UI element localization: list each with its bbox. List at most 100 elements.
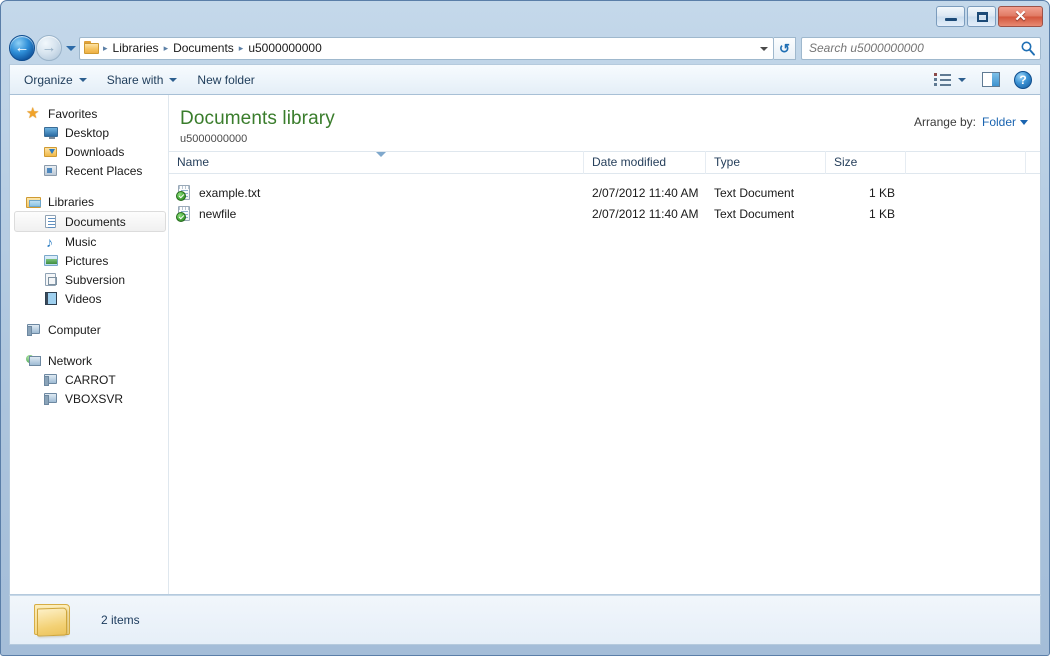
- search-box[interactable]: [801, 37, 1041, 60]
- organize-button[interactable]: Organize: [14, 67, 97, 93]
- chevron-down-icon: [169, 78, 177, 82]
- new-folder-button[interactable]: New folder: [187, 67, 264, 93]
- sidebar-label-desktop: Desktop: [65, 126, 109, 140]
- sidebar-item-downloads[interactable]: Downloads: [10, 142, 168, 161]
- sidebar-item-recent-places[interactable]: Recent Places: [10, 161, 168, 180]
- column-header-date-modified[interactable]: Date modified: [584, 151, 706, 174]
- forward-button[interactable]: →: [36, 35, 62, 61]
- share-with-label: Share with: [107, 73, 164, 87]
- file-type-cell: Text Document: [706, 207, 826, 221]
- sidebar-label-network: Network: [48, 354, 92, 368]
- refresh-button[interactable]: ↺: [774, 37, 796, 60]
- chevron-down-icon[interactable]: [1020, 120, 1028, 125]
- file-size-cell: 1 KB: [826, 186, 906, 200]
- column-headers: Name Date modified Type Size: [169, 151, 1040, 174]
- address-folder-icon: [84, 41, 100, 55]
- nav-group-libraries: Libraries Documents ♪ Music Pictures Sub…: [10, 192, 168, 308]
- sidebar-item-libraries[interactable]: Libraries: [10, 192, 168, 211]
- details-pane: 2 items: [9, 595, 1041, 645]
- sidebar-item-subversion[interactable]: Subversion: [10, 270, 168, 289]
- sidebar-label-vboxsvr: VBOXSVR: [65, 392, 123, 406]
- new-folder-label: New folder: [197, 73, 254, 87]
- window-controls: ✕: [936, 6, 1043, 27]
- network-icon: [26, 353, 42, 369]
- videos-icon: [43, 291, 59, 307]
- file-list-pane[interactable]: Documents library u5000000000 Arrange by…: [169, 95, 1040, 594]
- item-count-label: 2 items: [101, 613, 140, 627]
- sidebar-item-pictures[interactable]: Pictures: [10, 251, 168, 270]
- arrange-by-label: Arrange by:: [914, 115, 976, 129]
- sidebar-item-favorites[interactable]: ★ Favorites: [10, 104, 168, 123]
- file-name-cell[interactable]: newfile: [169, 206, 584, 222]
- share-with-button[interactable]: Share with: [97, 67, 188, 93]
- documents-icon: [43, 214, 59, 230]
- sidebar-label-documents: Documents: [65, 215, 126, 229]
- sidebar-item-network[interactable]: Network: [10, 351, 168, 370]
- file-name-label: newfile: [199, 207, 236, 221]
- libraries-icon: [26, 194, 42, 210]
- sidebar-item-music[interactable]: ♪ Music: [10, 232, 168, 251]
- explorer-window: ✕ ← → ▸ Libraries ▸ Documents ▸ u5000000…: [0, 0, 1050, 656]
- file-size-cell: 1 KB: [826, 207, 906, 221]
- refresh-icon: ↺: [774, 38, 795, 59]
- show-preview-pane-button[interactable]: [978, 69, 1004, 91]
- arrange-by-control: Arrange by: Folder: [914, 115, 1028, 129]
- network-pc-icon: [43, 391, 59, 407]
- search-input[interactable]: [809, 41, 1020, 55]
- navigation-pane[interactable]: ★ Favorites Desktop Downloads Recent Pla…: [10, 95, 169, 594]
- sidebar-label-videos: Videos: [65, 292, 101, 306]
- table-row[interactable]: newfile 2/07/2012 11:40 AM Text Document…: [169, 203, 1040, 224]
- close-button[interactable]: ✕: [998, 6, 1043, 27]
- organize-label: Organize: [24, 73, 73, 87]
- breadcrumb-libraries[interactable]: Libraries: [109, 39, 163, 57]
- file-name-label: example.txt: [199, 186, 260, 200]
- maximize-button[interactable]: [967, 6, 996, 27]
- chevron-down-icon: [958, 78, 966, 82]
- sort-ascending-icon: [376, 152, 386, 157]
- text-document-svn-icon: [176, 185, 192, 201]
- back-arrow-icon: ←: [10, 36, 34, 60]
- minimize-icon: [945, 18, 957, 21]
- sidebar-label-carrot: CARROT: [65, 373, 116, 387]
- breadcrumb-current-folder[interactable]: u5000000000: [244, 39, 325, 57]
- address-dropdown-icon[interactable]: [755, 38, 773, 59]
- file-date-modified-cell: 2/07/2012 11:40 AM: [584, 186, 706, 200]
- nav-group-network: Network CARROT VBOXSVR: [10, 351, 168, 408]
- command-toolbar: Organize Share with New folder: [9, 64, 1041, 95]
- breadcrumb-documents[interactable]: Documents: [169, 39, 238, 57]
- downloads-folder-icon: [43, 144, 59, 160]
- sidebar-item-computer[interactable]: Computer: [10, 320, 168, 339]
- sidebar-item-vboxsvr[interactable]: VBOXSVR: [10, 389, 168, 408]
- help-button[interactable]: ?: [1010, 69, 1036, 91]
- search-icon[interactable]: [1020, 40, 1036, 56]
- music-icon: ♪: [43, 234, 59, 250]
- nav-group-computer: Computer: [10, 320, 168, 339]
- sidebar-item-carrot[interactable]: CARROT: [10, 370, 168, 389]
- subversion-icon: [43, 272, 59, 288]
- change-view-button[interactable]: [928, 69, 972, 91]
- sidebar-label-subversion: Subversion: [65, 273, 125, 287]
- computer-icon: [26, 322, 42, 338]
- address-bar[interactable]: ▸ Libraries ▸ Documents ▸ u5000000000: [79, 37, 774, 60]
- sidebar-item-documents[interactable]: Documents: [14, 211, 166, 232]
- title-bar: ✕: [1, 1, 1049, 32]
- explorer-body: ★ Favorites Desktop Downloads Recent Pla…: [9, 95, 1041, 595]
- column-header-spare[interactable]: [906, 151, 1026, 174]
- file-name-cell[interactable]: example.txt: [169, 185, 584, 201]
- back-button[interactable]: ←: [9, 35, 35, 61]
- recent-locations-dropdown[interactable]: [63, 35, 77, 61]
- minimize-button[interactable]: [936, 6, 965, 27]
- column-header-size[interactable]: Size: [826, 151, 906, 174]
- sidebar-item-desktop[interactable]: Desktop: [10, 123, 168, 142]
- preview-pane-icon: [982, 72, 1000, 87]
- sidebar-label-music: Music: [65, 235, 96, 249]
- sidebar-label-downloads: Downloads: [65, 145, 124, 159]
- arrange-by-value[interactable]: Folder: [982, 115, 1016, 129]
- folder-icon: [32, 601, 74, 639]
- sidebar-item-videos[interactable]: Videos: [10, 289, 168, 308]
- column-header-type[interactable]: Type: [706, 151, 826, 174]
- help-icon: ?: [1014, 71, 1032, 89]
- sidebar-label-pictures: Pictures: [65, 254, 108, 268]
- table-row[interactable]: example.txt 2/07/2012 11:40 AM Text Docu…: [169, 182, 1040, 203]
- file-rows: example.txt 2/07/2012 11:40 AM Text Docu…: [169, 182, 1040, 224]
